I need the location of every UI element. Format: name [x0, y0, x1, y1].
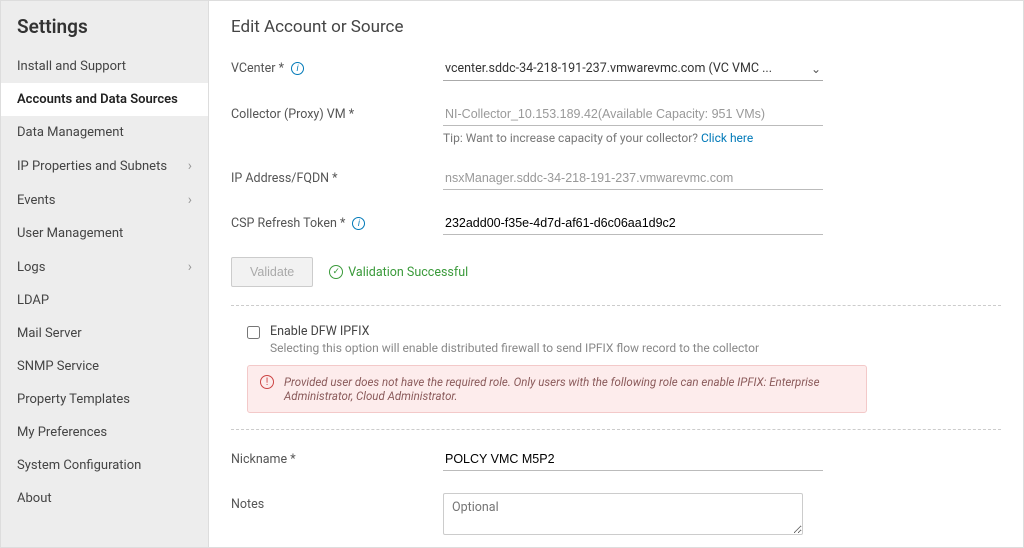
sidebar-title: Settings — [1, 1, 208, 50]
sidebar-item-label: Accounts and Data Sources — [17, 92, 178, 107]
sidebar-item-my-preferences[interactable]: My Preferences — [1, 416, 208, 449]
sidebar-item-label: System Configuration — [17, 458, 141, 473]
sidebar-item-label: Events — [17, 193, 55, 208]
ipfix-desc: Selecting this option will enable distri… — [270, 341, 759, 355]
sidebar-item-about[interactable]: About — [1, 482, 208, 515]
vcenter-select[interactable]: vcenter.sddc-34-218-191-237.vmwarevmc.co… — [443, 57, 823, 81]
increase-capacity-link[interactable]: Click here — [701, 131, 753, 145]
sidebar-item-data-management[interactable]: Data Management — [1, 116, 208, 149]
sidebar-item-label: About — [17, 491, 52, 506]
sidebar-item-install-support[interactable]: Install and Support — [1, 50, 208, 83]
chevron-right-icon: › — [188, 192, 192, 208]
alert-icon: ! — [260, 375, 274, 389]
info-icon[interactable]: i — [291, 62, 304, 75]
sidebar-item-mail-server[interactable]: Mail Server — [1, 317, 208, 350]
chevron-down-icon: ⌄ — [811, 62, 821, 76]
notes-label: Notes — [231, 493, 443, 512]
sidebar-item-label: LDAP — [17, 293, 49, 308]
sidebar-item-label: SNMP Service — [17, 359, 99, 374]
vcenter-value: vcenter.sddc-34-218-191-237.vmwarevmc.co… — [445, 61, 772, 76]
sidebar-item-ip-properties[interactable]: IP Properties and Subnets › — [1, 149, 208, 183]
ip-input — [443, 167, 823, 190]
vcenter-label: VCenter * i — [231, 57, 443, 76]
ipfix-label: Enable DFW IPFIX — [270, 324, 759, 339]
sidebar-item-label: Property Templates — [17, 392, 130, 407]
sidebar-item-label: User Management — [17, 226, 123, 241]
collector-tip: Tip: Want to increase capacity of your c… — [443, 131, 823, 145]
csp-label: CSP Refresh Token * i — [231, 212, 443, 231]
validate-button: Validate — [231, 257, 313, 287]
chevron-right-icon: › — [188, 158, 192, 174]
sidebar-item-label: My Preferences — [17, 425, 107, 440]
sidebar-item-events[interactable]: Events › — [1, 183, 208, 217]
sidebar-item-label: Data Management — [17, 125, 124, 140]
csp-token-input[interactable] — [443, 212, 823, 235]
role-alert: ! Provided user does not have the requir… — [247, 365, 867, 413]
nickname-input[interactable] — [443, 448, 823, 471]
sidebar-item-label: Mail Server — [17, 326, 82, 341]
sidebar-item-accounts-data-sources[interactable]: Accounts and Data Sources — [1, 83, 208, 116]
collector-label: Collector (Proxy) VM * — [231, 103, 443, 122]
settings-sidebar: Settings Install and Support Accounts an… — [1, 1, 209, 547]
separator — [231, 429, 1001, 430]
check-circle-icon: ✓ — [329, 265, 343, 279]
validation-status: ✓ Validation Successful — [329, 265, 468, 280]
sidebar-item-system-configuration[interactable]: System Configuration — [1, 449, 208, 482]
page-title: Edit Account or Source — [231, 17, 1001, 37]
main-panel: Edit Account or Source VCenter * i vcent… — [209, 1, 1023, 547]
nickname-label: Nickname * — [231, 448, 443, 467]
collector-input — [443, 103, 823, 126]
enable-dfw-ipfix-checkbox[interactable] — [247, 326, 260, 339]
sidebar-item-label: Logs — [17, 260, 45, 275]
ip-label: IP Address/FQDN * — [231, 167, 443, 186]
chevron-right-icon: › — [188, 259, 192, 275]
separator — [231, 305, 1001, 306]
sidebar-item-snmp-service[interactable]: SNMP Service — [1, 350, 208, 383]
notes-textarea[interactable] — [443, 493, 803, 535]
sidebar-item-user-management[interactable]: User Management — [1, 217, 208, 250]
alert-text: Provided user does not have the required… — [284, 375, 854, 403]
sidebar-item-property-templates[interactable]: Property Templates — [1, 383, 208, 416]
sidebar-item-ldap[interactable]: LDAP — [1, 284, 208, 317]
sidebar-item-label: Install and Support — [17, 59, 126, 74]
sidebar-item-logs[interactable]: Logs › — [1, 250, 208, 284]
sidebar-item-label: IP Properties and Subnets — [17, 159, 167, 174]
info-icon[interactable]: i — [352, 217, 365, 230]
